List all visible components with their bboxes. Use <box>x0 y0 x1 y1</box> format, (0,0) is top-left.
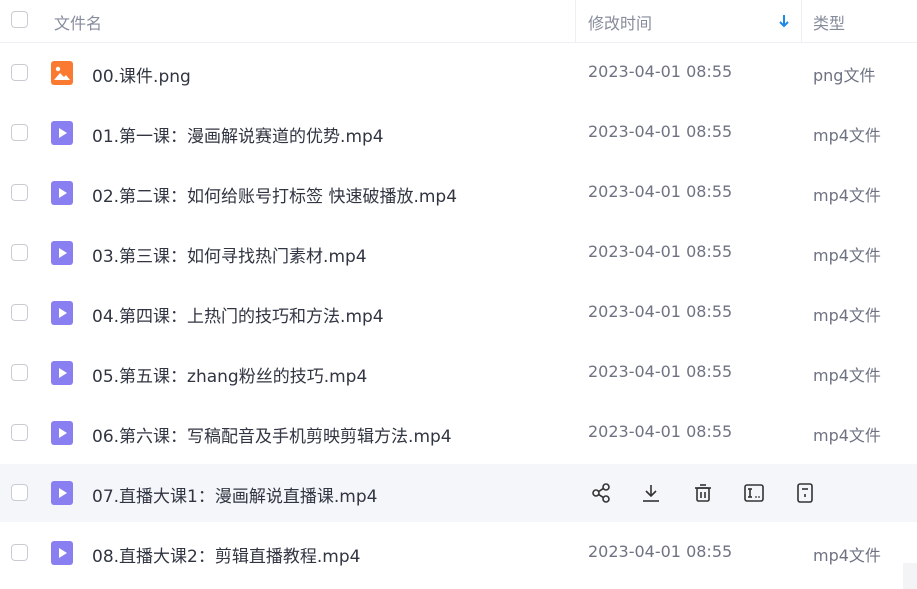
row-checkbox[interactable] <box>11 64 28 81</box>
file-type: mp4文件 <box>813 246 881 265</box>
file-row[interactable]: 02.第二课：如何给账号打标签 快速破播放.mp4 2023-04-01 08:5… <box>0 164 917 222</box>
file-name[interactable]: 06.第六课：写稿配音及手机剪映剪辑方法.mp4 <box>92 422 452 447</box>
row-checkbox[interactable] <box>11 124 28 141</box>
file-name[interactable]: 05.第五课：zhang粉丝的技巧.mp4 <box>92 362 367 387</box>
row-checkbox[interactable] <box>11 544 28 561</box>
file-type: mp4文件 <box>813 366 881 385</box>
scrollbar-corner <box>903 563 917 589</box>
file-name[interactable]: 08.直播大课2：剪辑直播教程.mp4 <box>92 542 360 567</box>
image-file-icon <box>50 61 74 85</box>
file-type: mp4文件 <box>813 546 881 565</box>
file-row[interactable]: 05.第五课：zhang粉丝的技巧.mp4 2023-04-01 08:55 mp4… <box>0 344 917 402</box>
file-modified-time: 2023-04-01 08:55 <box>588 362 733 381</box>
row-checkbox[interactable] <box>11 244 28 261</box>
column-divider[interactable] <box>801 0 802 42</box>
file-modified-time: 2023-04-01 08:55 <box>588 182 733 201</box>
file-name[interactable]: 04.第四课：上热门的技巧和方法.mp4 <box>92 302 384 327</box>
file-list-header: 文件名 修改时间 类型 <box>0 0 917 43</box>
column-header-name[interactable]: 文件名 <box>54 10 102 34</box>
video-file-icon <box>50 241 74 265</box>
file-type: mp4文件 <box>813 186 881 205</box>
arrow-down-icon[interactable] <box>777 12 791 30</box>
video-file-icon <box>50 121 74 145</box>
row-checkbox[interactable] <box>11 424 28 441</box>
delete-icon[interactable] <box>692 482 714 504</box>
file-type: mp4文件 <box>813 126 881 145</box>
file-type: png文件 <box>813 66 876 85</box>
file-row[interactable]: 00.课件.png 2023-04-01 08:55 png文件 <box>0 44 917 102</box>
row-checkbox[interactable] <box>11 184 28 201</box>
download-icon[interactable] <box>640 482 662 504</box>
video-file-icon <box>50 301 74 325</box>
file-row[interactable]: 03.第三课：如何寻找热门素材.mp4 2023-04-01 08:55 mp4文件 <box>0 224 917 282</box>
file-name[interactable]: 03.第三课：如何寻找热门素材.mp4 <box>92 242 367 267</box>
file-modified-time: 2023-04-01 08:55 <box>588 542 733 561</box>
file-name[interactable]: 02.第二课：如何给账号打标签 快速破播放.mp4 <box>92 182 457 207</box>
more-info-icon[interactable] <box>794 482 816 504</box>
file-name[interactable]: 00.课件.png <box>92 62 191 87</box>
video-file-icon <box>50 181 74 205</box>
file-row[interactable]: 04.第四课：上热门的技巧和方法.mp4 2023-04-01 08:55 mp4文… <box>0 284 917 342</box>
column-header-type[interactable]: 类型 <box>813 10 845 34</box>
file-type: mp4文件 <box>813 426 881 445</box>
row-checkbox[interactable] <box>11 304 28 321</box>
rename-icon[interactable] <box>743 482 765 504</box>
select-all-checkbox[interactable] <box>11 11 28 28</box>
file-modified-time: 2023-04-01 08:55 <box>588 242 733 261</box>
file-name[interactable]: 01.第一课：漫画解说赛道的优势.mp4 <box>92 122 384 147</box>
file-modified-time: 2023-04-01 08:55 <box>588 302 733 321</box>
column-header-time[interactable]: 修改时间 <box>588 10 652 34</box>
share-icon[interactable] <box>590 482 612 504</box>
video-file-icon <box>50 481 74 505</box>
file-name[interactable]: 07.直播大课1：漫画解说直播课.mp4 <box>92 482 377 507</box>
file-row[interactable]: 06.第六课：写稿配音及手机剪映剪辑方法.mp4 2023-04-01 08:55… <box>0 404 917 462</box>
file-row[interactable]: 08.直播大课2：剪辑直播教程.mp4 2023-04-01 08:55 mp4文件 <box>0 524 917 582</box>
video-file-icon <box>50 421 74 445</box>
video-file-icon <box>50 541 74 565</box>
file-type: mp4文件 <box>813 306 881 325</box>
file-modified-time: 2023-04-01 08:55 <box>588 422 733 441</box>
video-file-icon <box>50 361 74 385</box>
file-modified-time: 2023-04-01 08:55 <box>588 122 733 141</box>
row-checkbox[interactable] <box>11 484 28 501</box>
row-checkbox[interactable] <box>11 364 28 381</box>
column-divider[interactable] <box>575 0 576 42</box>
file-modified-time: 2023-04-01 08:55 <box>588 62 733 81</box>
file-row[interactable]: 01.第一课：漫画解说赛道的优势.mp4 2023-04-01 08:55 mp4文… <box>0 104 917 162</box>
file-row[interactable]: 07.直播大课1：漫画解说直播课.mp4 <box>0 464 917 522</box>
